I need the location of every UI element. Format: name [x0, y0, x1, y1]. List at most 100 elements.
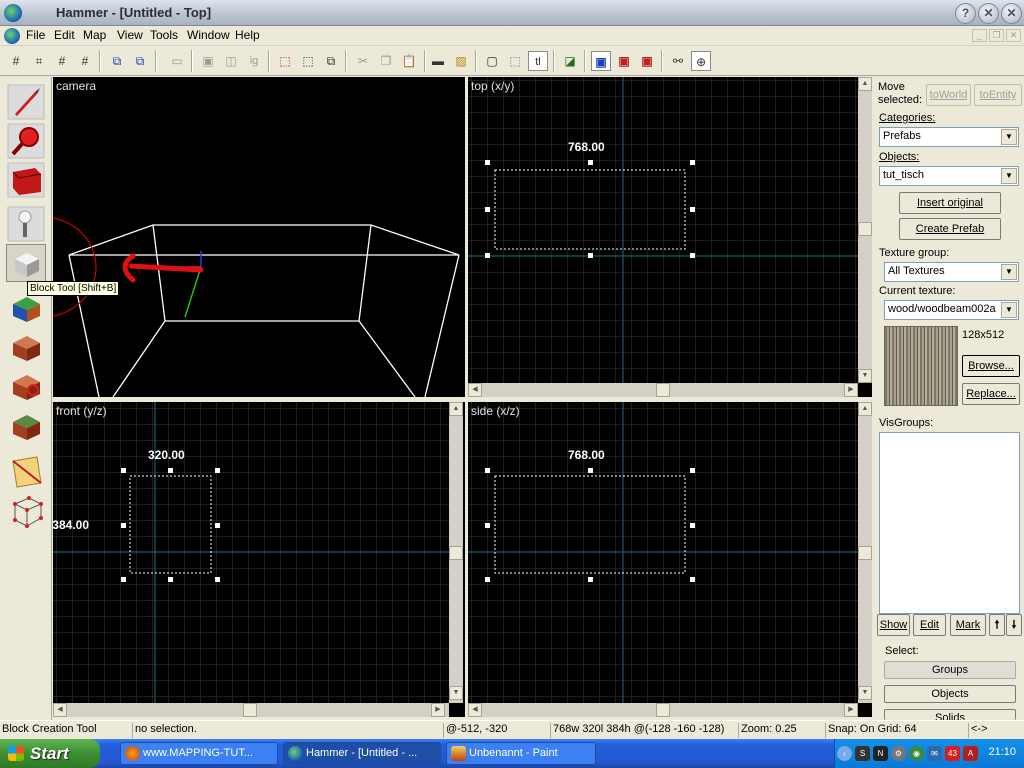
arrow-down-icon[interactable]: 🠗: [1006, 614, 1022, 636]
visgroup-show-button[interactable]: Show: [877, 614, 910, 636]
grid-dots-icon[interactable]: ⌗: [29, 51, 49, 71]
mdi-close-icon[interactable]: ✕: [1006, 29, 1021, 42]
chevron-down-icon[interactable]: ▼: [1001, 302, 1017, 318]
objects-select[interactable]: tut_tisch ▼: [879, 166, 1019, 186]
visgroup-edit-button[interactable]: Edit: [913, 614, 946, 636]
side-viewport[interactable]: side (x/z) 768.00 ▲ ▼ ◀ ▶: [468, 402, 872, 717]
flip-icon[interactable]: ◪: [560, 51, 580, 71]
menu-edit[interactable]: Edit: [52, 28, 77, 42]
current-texture-select[interactable]: wood/woodbeam002a ▼: [884, 300, 1019, 320]
scroll-thumb[interactable]: [858, 222, 872, 236]
task-paint[interactable]: Unbenannt - Paint: [446, 742, 596, 765]
scroll-down-icon[interactable]: ▼: [858, 686, 872, 700]
antivirus-icon[interactable]: A: [963, 746, 978, 761]
scroll-left-icon[interactable]: ◀: [53, 703, 67, 717]
replace-button[interactable]: Replace...: [962, 383, 1020, 405]
hide-items-icon[interactable]: ▭: [167, 51, 187, 71]
texture-group-select[interactable]: All Textures ▼: [884, 262, 1019, 282]
visgroups-list[interactable]: [879, 432, 1020, 614]
selection-tool-icon[interactable]: [6, 83, 46, 121]
scroll-up-icon[interactable]: ▲: [449, 402, 463, 416]
ignore-groups-icon[interactable]: ig: [244, 51, 264, 71]
messenger-icon[interactable]: ✉: [927, 746, 942, 761]
bounding-box-icon[interactable]: ▢: [482, 51, 502, 71]
mdi-restore-icon[interactable]: ❐: [989, 29, 1004, 42]
texture-application-icon[interactable]: ▬: [428, 51, 448, 71]
scroll-thumb[interactable]: [656, 383, 670, 397]
scroll-down-icon[interactable]: ▼: [449, 686, 463, 700]
to-world-button[interactable]: toWorld: [926, 84, 971, 106]
to-entity-icon[interactable]: ⬚: [298, 51, 318, 71]
chevron-down-icon[interactable]: ▼: [1001, 264, 1017, 280]
tray-expand-icon[interactable]: ‹: [837, 746, 852, 761]
menu-tools[interactable]: Tools: [148, 28, 180, 42]
cordon-icon[interactable]: ⊕: [691, 51, 711, 71]
menu-window[interactable]: Window: [185, 28, 232, 42]
hammer-app-icon[interactable]: [4, 4, 22, 22]
show-2d-icon[interactable]: ▣: [591, 51, 611, 71]
select-solids-button[interactable]: Solids: [884, 709, 1016, 720]
chevron-down-icon[interactable]: ▼: [1001, 129, 1017, 145]
make-hollow-icon[interactable]: ◫: [221, 51, 241, 71]
arrow-up-icon[interactable]: 🠕: [989, 614, 1005, 636]
top-vscroll[interactable]: ▲ ▼: [858, 77, 872, 383]
scroll-left-icon[interactable]: ◀: [468, 383, 482, 397]
decal-tool-icon[interactable]: [6, 367, 46, 405]
front-hscroll[interactable]: ◀ ▶: [53, 703, 449, 717]
menu-help[interactable]: Help: [233, 28, 262, 42]
ungroup-icon[interactable]: ⧉: [130, 51, 150, 71]
carve-icon[interactable]: ▣: [198, 51, 218, 71]
insert-original-prefab-button[interactable]: Insert original prefab: [899, 192, 1001, 229]
side-vscroll[interactable]: ▲ ▼: [858, 402, 872, 703]
start-button[interactable]: Start: [0, 739, 100, 768]
tray-number-badge[interactable]: 43: [945, 746, 960, 761]
cut-icon[interactable]: ✂: [353, 51, 373, 71]
front-viewport[interactable]: front (y/z) 320.00 384.00 ▲ ▼ ◀ ▶: [53, 402, 465, 717]
menu-file[interactable]: File: [24, 28, 47, 42]
mdi-minimize-icon[interactable]: _: [972, 29, 987, 42]
overlay-tool-icon[interactable]: [6, 407, 46, 445]
task-hammer[interactable]: Hammer - [Untitled - ...: [283, 742, 441, 765]
menu-view[interactable]: View: [115, 28, 145, 42]
grid-larger-icon[interactable]: #: [75, 51, 95, 71]
apply-current-texture-icon[interactable]: [6, 328, 46, 366]
close-caption-icon[interactable]: ✕: [978, 3, 999, 24]
block-tool-icon[interactable]: [6, 244, 46, 282]
vertex-tool-icon[interactable]: [6, 491, 46, 529]
side-hscroll[interactable]: ◀ ▶: [468, 703, 858, 717]
scroll-up-icon[interactable]: ▲: [858, 77, 872, 91]
texture-lock-icon[interactable]: ⬚: [275, 51, 295, 71]
create-prefab-button[interactable]: Create Prefab: [899, 218, 1001, 240]
scroll-right-icon[interactable]: ▶: [844, 703, 858, 717]
grid-toggle-icon[interactable]: #: [6, 51, 26, 71]
select-area-icon[interactable]: ⬚: [505, 51, 525, 71]
group-icon[interactable]: ⧉: [107, 51, 127, 71]
show-all-icon[interactable]: ▣: [637, 51, 657, 71]
settings-tray-icon[interactable]: ⚙: [891, 746, 906, 761]
show-3d-icon[interactable]: ▣: [614, 51, 634, 71]
grid-smaller-icon[interactable]: #: [52, 51, 72, 71]
front-vscroll[interactable]: ▲ ▼: [449, 402, 463, 703]
clipping-tool-icon[interactable]: [6, 452, 46, 490]
select-objects-button[interactable]: Objects: [884, 685, 1016, 703]
close-caption-icon-2[interactable]: ✕: [1001, 3, 1022, 24]
toggle-tl-button[interactable]: tl: [528, 51, 548, 71]
help-caption-icon[interactable]: ?: [955, 3, 976, 24]
top-viewport[interactable]: top (x/y) 768.00 ▲ ▼ ◀ ▶: [468, 77, 872, 397]
nvidia-icon[interactable]: N: [873, 746, 888, 761]
scroll-right-icon[interactable]: ▶: [431, 703, 445, 717]
camera-tool-icon[interactable]: [6, 161, 46, 199]
scroll-left-icon[interactable]: ◀: [468, 703, 482, 717]
scroll-right-icon[interactable]: ▶: [844, 383, 858, 397]
menu-map[interactable]: Map: [81, 28, 108, 42]
top-hscroll[interactable]: ◀ ▶: [468, 383, 858, 397]
decal-icon[interactable]: ▨: [451, 51, 471, 71]
paste-icon[interactable]: 📋: [399, 51, 419, 71]
scroll-thumb[interactable]: [858, 546, 872, 560]
scroll-thumb[interactable]: [243, 703, 257, 717]
scroll-thumb[interactable]: [449, 546, 463, 560]
steam-icon[interactable]: S: [855, 746, 870, 761]
to-world-icon[interactable]: ⧉: [321, 51, 341, 71]
scroll-down-icon[interactable]: ▼: [858, 369, 872, 383]
magnify-tool-icon[interactable]: [6, 122, 46, 160]
